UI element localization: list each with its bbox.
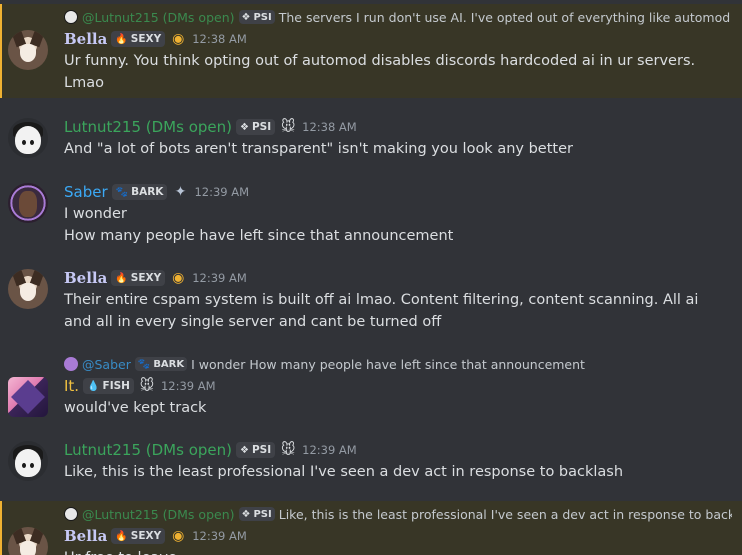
gold-badge-icon[interactable]: ◉: [169, 30, 187, 48]
message-header: Bella 🔥 SEXY ◉ 12:39 AM: [64, 525, 732, 547]
fire-icon: 🔥: [115, 33, 128, 45]
message-line: Their entire cspam system is built off a…: [64, 292, 699, 330]
message-item[interactable]: @Lutnut215 (DMs open) ❖ PSI The servers I…: [0, 4, 742, 98]
message-item[interactable]: @Lutnut215 (DMs open) ❖ PSI Like, this is…: [0, 501, 742, 555]
avatar[interactable]: [8, 183, 48, 223]
gold-badge-icon[interactable]: ◉: [169, 527, 187, 545]
author-tag: 🔥 SEXY: [111, 31, 166, 47]
reply-author[interactable]: @Lutnut215 (DMs open): [82, 10, 235, 25]
reply-preview[interactable]: @Saber 🐾 BARK I wonder How many people ha…: [64, 353, 732, 375]
message-header: Bella 🔥 SEXY ◉ 12:39 AM: [64, 267, 732, 289]
avatar[interactable]: [8, 441, 48, 481]
gold-badge-icon[interactable]: ◉: [169, 269, 187, 287]
reply-author-tag: ❖ PSI: [238, 10, 275, 24]
message-content: Ur free to leave.: [64, 547, 732, 555]
author-name[interactable]: Bella: [64, 527, 107, 545]
message-content: Ur funny. You think opting out of automo…: [64, 50, 732, 94]
author-name[interactable]: Lutnut215 (DMs open): [64, 441, 232, 459]
message-content: Like, this is the least professional I'v…: [64, 461, 732, 483]
author-tag: 💧 FISH: [83, 378, 134, 394]
timestamp[interactable]: 12:39 AM: [161, 379, 216, 393]
reply-author[interactable]: @Lutnut215 (DMs open): [82, 507, 235, 522]
timestamp[interactable]: 12:38 AM: [192, 32, 247, 46]
timestamp[interactable]: 12:38 AM: [302, 120, 357, 134]
author-name[interactable]: Bella: [64, 269, 107, 287]
wings-badge-icon[interactable]: ✦: [171, 183, 189, 201]
diamond-icon: ❖: [240, 444, 249, 456]
author-name[interactable]: Saber: [64, 183, 108, 201]
reply-preview[interactable]: @Lutnut215 (DMs open) ❖ PSI The servers I…: [64, 6, 732, 28]
avatar[interactable]: [8, 118, 48, 158]
message-item[interactable]: Lutnut215 (DMs open) ❖ PSI 🐭 12:39 AM Lik…: [0, 439, 742, 483]
reply-text: I wonder How many people have left since…: [191, 356, 585, 372]
message-header: It. 💧 FISH 🐭 12:39 AM: [64, 375, 732, 397]
chat-message-list[interactable]: @Lutnut215 (DMs open) ❖ PSI The servers I…: [0, 0, 742, 555]
message-item[interactable]: Saber 🐾 BARK ✦ 12:39 AM I wonder How many…: [0, 181, 742, 247]
message-line: Ur free to leave.: [64, 547, 724, 555]
timestamp[interactable]: 12:39 AM: [194, 185, 249, 199]
message-content: And "a lot of bots aren't transparent" i…: [64, 138, 732, 160]
droplet-icon: 💧: [87, 380, 100, 392]
author-name[interactable]: Lutnut215 (DMs open): [64, 118, 232, 136]
message-header: Bella 🔥 SEXY ◉ 12:38 AM: [64, 28, 732, 50]
author-tag: 🔥 SEXY: [111, 528, 166, 544]
timestamp[interactable]: 12:39 AM: [192, 529, 247, 543]
reply-text: Like, this is the least professional I'v…: [278, 506, 732, 522]
timestamp[interactable]: 12:39 AM: [302, 443, 357, 457]
mouse-badge-icon[interactable]: 🐭: [138, 377, 156, 395]
reply-avatar: [64, 357, 78, 371]
mouse-badge-icon[interactable]: 🐭: [279, 441, 297, 459]
message-line: Like, this is the least professional I'v…: [64, 464, 624, 480]
message-header: Saber 🐾 BARK ✦ 12:39 AM: [64, 181, 732, 203]
author-name[interactable]: Bella: [64, 30, 107, 48]
message-line: would've kept track: [64, 400, 207, 416]
reply-author[interactable]: @Saber: [82, 357, 131, 372]
message-line: How many people have left since that ann…: [64, 228, 454, 244]
reply-author-tag: 🐾 BARK: [134, 357, 188, 371]
message-content: Their entire cspam system is built off a…: [64, 289, 732, 333]
reply-author-tag: ❖ PSI: [238, 507, 275, 521]
avatar[interactable]: [8, 30, 48, 70]
reply-avatar: [64, 507, 78, 521]
avatar[interactable]: [8, 527, 48, 555]
message-line: Ur funny. You think opting out of automo…: [64, 53, 696, 91]
avatar[interactable]: [8, 269, 48, 309]
message-line: I wonder: [64, 206, 127, 222]
reply-text: The servers I run don't use AI. I've opt…: [278, 9, 731, 25]
author-tag: ❖ PSI: [236, 442, 276, 458]
message-item[interactable]: Lutnut215 (DMs open) ❖ PSI 🐭 12:38 AM And…: [0, 116, 742, 160]
message-header: Lutnut215 (DMs open) ❖ PSI 🐭 12:38 AM: [64, 116, 732, 138]
fire-icon: 🔥: [115, 530, 128, 542]
paw-icon: 🐾: [115, 186, 129, 198]
author-tag: 🔥 SEXY: [111, 270, 166, 286]
message-content: would've kept track: [64, 397, 732, 419]
diamond-icon: ❖: [241, 11, 251, 23]
author-name[interactable]: It.: [64, 377, 79, 395]
fire-icon: 🔥: [115, 272, 128, 284]
mouse-badge-icon[interactable]: 🐭: [279, 118, 297, 136]
message-item[interactable]: Bella 🔥 SEXY ◉ 12:39 AM Their entire cspa…: [0, 267, 742, 333]
diamond-icon: ❖: [241, 508, 251, 520]
message-content: I wonder How many people have left since…: [64, 203, 732, 247]
author-tag: 🐾 BARK: [111, 184, 168, 200]
author-tag: ❖ PSI: [236, 119, 276, 135]
paw-icon: 🐾: [137, 358, 151, 370]
message-header: Lutnut215 (DMs open) ❖ PSI 🐭 12:39 AM: [64, 439, 732, 461]
diamond-icon: ❖: [240, 121, 249, 133]
message-item[interactable]: @Saber 🐾 BARK I wonder How many people ha…: [0, 353, 742, 419]
timestamp[interactable]: 12:39 AM: [192, 271, 247, 285]
reply-avatar: [64, 10, 78, 24]
avatar[interactable]: [8, 377, 48, 417]
reply-preview[interactable]: @Lutnut215 (DMs open) ❖ PSI Like, this is…: [64, 503, 732, 525]
message-line: And "a lot of bots aren't transparent" i…: [64, 141, 573, 157]
